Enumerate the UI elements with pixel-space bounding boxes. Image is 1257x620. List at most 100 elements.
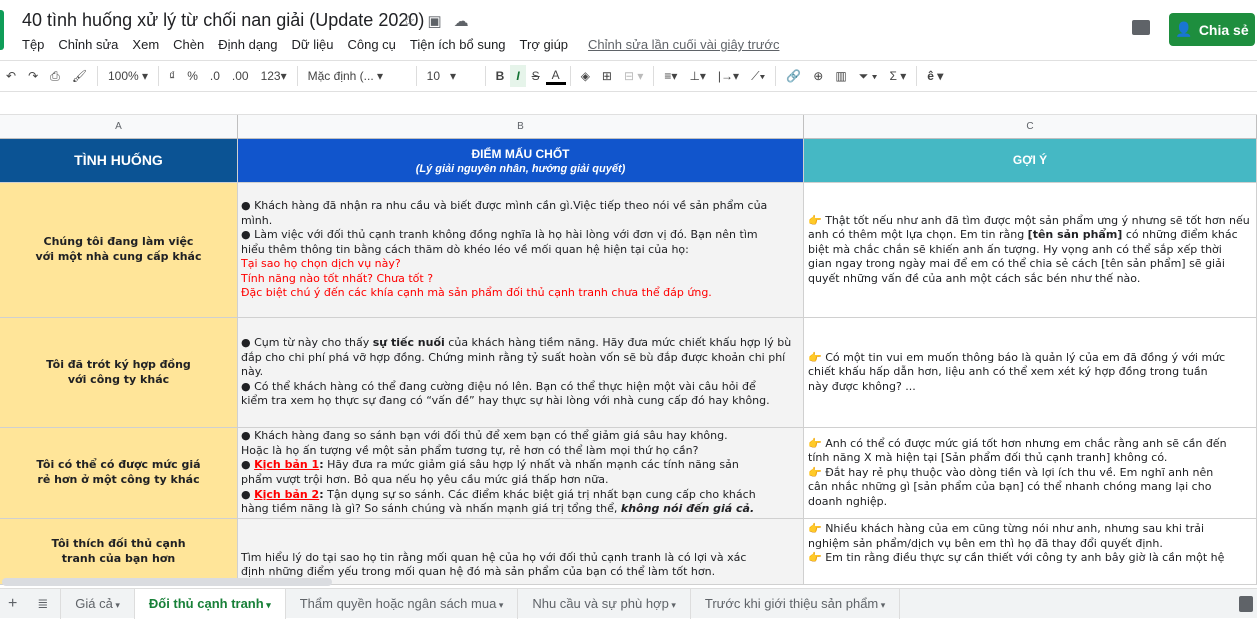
sheet-tab-label: Đối thủ cạnh tranh (148, 595, 264, 611)
strikethrough-button[interactable]: S (526, 69, 546, 83)
borders-icon[interactable]: ⊞ (596, 69, 618, 83)
redo-icon[interactable]: ↷ (22, 69, 44, 83)
undo-icon[interactable]: ↶ (0, 69, 22, 83)
zoom-select[interactable]: 100% ▾ (102, 69, 154, 83)
situation-cell[interactable]: Chúng tôi đang làm việc với một nhà cung … (0, 183, 238, 318)
text-run: Hãy đưa ra mức giảm giá sâu hợp lý nhất … (323, 458, 739, 472)
share-button[interactable]: 👤 Chia sẻ (1169, 13, 1255, 46)
text-run: Có một tin vui em muốn thông báo là quản… (825, 350, 1226, 364)
formula-bar[interactable] (0, 92, 1257, 115)
horizontal-scrollbar[interactable] (2, 578, 332, 586)
text-run: Kịch bản 2 (254, 487, 320, 501)
print-icon[interactable]: ⎙ (44, 69, 66, 84)
situation-text: Tôi thích đối thủ cạnh (51, 536, 186, 550)
sheets-logo[interactable] (0, 10, 4, 50)
italic-button[interactable]: I (510, 65, 526, 87)
suggestion-cell[interactable]: 👉 Anh có thể có được mức giá tốt hơn như… (804, 428, 1257, 519)
title-bar: 40 tình huống xử lý từ chối nan giải (Up… (0, 0, 1257, 60)
functions-icon[interactable]: Σ ▾ (883, 69, 912, 83)
sheet-tab[interactable]: Giá cả ▾ (61, 588, 135, 619)
insert-link-icon[interactable]: 🔗 (780, 69, 807, 83)
key-point-cell[interactable]: ● Khách hàng đã nhận ra nhu cầu và biết … (238, 183, 804, 318)
text-wrap-icon[interactable]: |→▾ (712, 69, 745, 83)
menu-item[interactable]: Định dạng (218, 37, 277, 52)
vertical-align-icon[interactable]: ⊥▾ (683, 69, 711, 83)
paint-format-icon[interactable]: 🖌 (66, 69, 93, 83)
column-header-b[interactable]: B (238, 115, 804, 139)
text-run: ● Khách hàng đã nhận ra nhu cầu và biết … (241, 198, 768, 227)
sheet-tab[interactable]: Nhu cầu và sự phù hợp ▾ (518, 588, 691, 619)
text-rotation-icon[interactable]: ⟋▾ (745, 69, 771, 84)
font-select[interactable]: Mặc định (... ▾ (302, 69, 412, 83)
sheet-tab[interactable]: Thẩm quyền hoặc ngân sách mua ▾ (286, 588, 519, 619)
key-point-cell[interactable]: ● Cụm từ này cho thấy sự tiếc nuối của k… (238, 318, 804, 428)
font-size-select[interactable]: 10 ▾ (421, 69, 481, 83)
sheet-tab[interactable]: Đối thủ cạnh tranh ▾ (134, 588, 286, 619)
filter-icon[interactable]: ⏷ ▾ (853, 69, 884, 84)
document-title[interactable]: 40 tình huống xử lý từ chối nan giải (Up… (22, 10, 424, 31)
fill-color-icon[interactable]: ◈ (575, 69, 596, 83)
chevron-down-icon[interactable]: ▾ (496, 600, 504, 610)
text-run: biệt mà chắc chắn sẽ khiến anh ấn tượng.… (808, 242, 1222, 256)
menu-item[interactable]: Tiện ích bổ sung (410, 37, 506, 52)
add-sheet-icon[interactable]: + (0, 589, 25, 619)
cloud-status-icon[interactable]: ☁ (454, 12, 469, 30)
suggestion-cell[interactable]: 👉 Thật tốt nếu như anh đã tìm được một s… (804, 183, 1257, 318)
cell-line: 👉 Anh có thể có được mức giá tốt hơn như… (808, 437, 1252, 452)
comment-icon[interactable] (1132, 20, 1150, 35)
text-run: có những điểm khác (1122, 228, 1238, 242)
menu-item[interactable]: Chèn (173, 37, 204, 52)
sheet-tab[interactable]: Trước khi giới thiệu sản phẩm ▾ (691, 588, 901, 619)
key-point-cell[interactable]: ● Khách hàng đang so sánh bạn với đối th… (238, 428, 804, 519)
input-tools-button[interactable]: ê ▾ (921, 69, 949, 83)
header-suggestion[interactable]: GỢI Ý (804, 139, 1257, 183)
key-point-cell[interactable]: Tìm hiểu lý do tại sao họ tin rằng mối q… (238, 519, 804, 585)
situation-cell[interactable]: Tôi thích đối thủ cạnh tranh của bạn hơn (0, 519, 238, 585)
cell-line: 👉 Đắt hay rẻ phụ thuộc vào dòng tiền và … (808, 466, 1252, 481)
percent-button[interactable]: % (181, 69, 204, 83)
pointing-hand-icon: 👉 (808, 522, 826, 535)
situation-text: với một nhà cung cấp khác (35, 250, 202, 263)
currency-button[interactable]: ₫ (163, 69, 181, 83)
cell-line: Tìm hiểu lý do tại sao họ tin rằng mối q… (241, 551, 800, 566)
pointing-hand-icon: 👉 (808, 436, 826, 450)
all-sheets-icon[interactable]: ≣ (25, 588, 62, 619)
last-edit-link[interactable]: Chỉnh sửa lần cuối vài giây trước (588, 37, 779, 52)
text-color-button[interactable]: A (545, 68, 566, 85)
menu-item[interactable]: Công cụ (347, 37, 395, 52)
cell-line: 👉 Thật tốt nếu như anh đã tìm được một s… (808, 214, 1252, 229)
text-run: hiểu thêm thông tin bằng cách thăm dò kh… (241, 242, 689, 256)
more-formats-button[interactable]: 123▾ (255, 69, 293, 83)
horizontal-align-icon[interactable]: ≡▾ (658, 69, 683, 83)
cell-line: Tại sao họ chọn dịch vụ này? (241, 257, 800, 272)
column-header-c[interactable]: C (804, 115, 1257, 139)
chevron-down-icon[interactable]: ▾ (669, 600, 676, 610)
menu-item[interactable]: Dữ liệu (292, 37, 334, 52)
situation-cell[interactable]: Tôi đã trót ký hợp đồng với công ty khác (0, 318, 238, 428)
explore-icon[interactable] (1239, 596, 1253, 612)
chevron-down-icon[interactable]: ▾ (264, 600, 271, 610)
bold-button[interactable]: B (490, 69, 511, 83)
chevron-down-icon[interactable]: ▾ (878, 600, 886, 610)
header-situation[interactable]: TÌNH HUỐNG (0, 139, 238, 183)
situation-cell[interactable]: Tôi có thể có được mức giá rẻ hơn ở một c… (0, 428, 238, 519)
suggestion-cell[interactable]: 👉 Có một tin vui em muốn thông báo là qu… (804, 318, 1257, 428)
header-key-point[interactable]: ĐIỂM MẤU CHỐT (Lý giải nguyên nhân, hướng… (238, 139, 804, 183)
move-folder-icon[interactable]: ▣ (427, 12, 441, 30)
suggestion-cell[interactable]: 👉 Nhiều khách hàng của em cũng từng nói … (804, 519, 1257, 585)
insert-comment-icon[interactable]: ⊕ (807, 69, 829, 83)
merge-cells-icon[interactable]: ⊟ ▾ (618, 69, 649, 83)
star-icon[interactable]: ☆ (402, 12, 415, 30)
cell-line: kiểm tra xem họ thực sự đang có “vấn đề”… (241, 394, 800, 409)
menu-item[interactable]: Chỉnh sửa (58, 37, 118, 52)
decrease-decimal-button[interactable]: .0 (204, 69, 226, 83)
menu-item[interactable]: Xem (132, 37, 159, 52)
menu-item[interactable]: Trợ giúp (520, 37, 569, 52)
chevron-down-icon[interactable]: ▾ (113, 600, 120, 610)
column-header-a[interactable]: A (0, 115, 238, 139)
increase-decimal-button[interactable]: .00 (226, 69, 255, 83)
text-run: tính năng X mà hiện tại [Sản phẩm đối th… (808, 451, 1168, 465)
text-run: [tên sản phẩm] (1027, 228, 1123, 242)
insert-chart-icon[interactable]: ▥ (829, 69, 852, 83)
menu-item[interactable]: Tệp (22, 37, 44, 52)
